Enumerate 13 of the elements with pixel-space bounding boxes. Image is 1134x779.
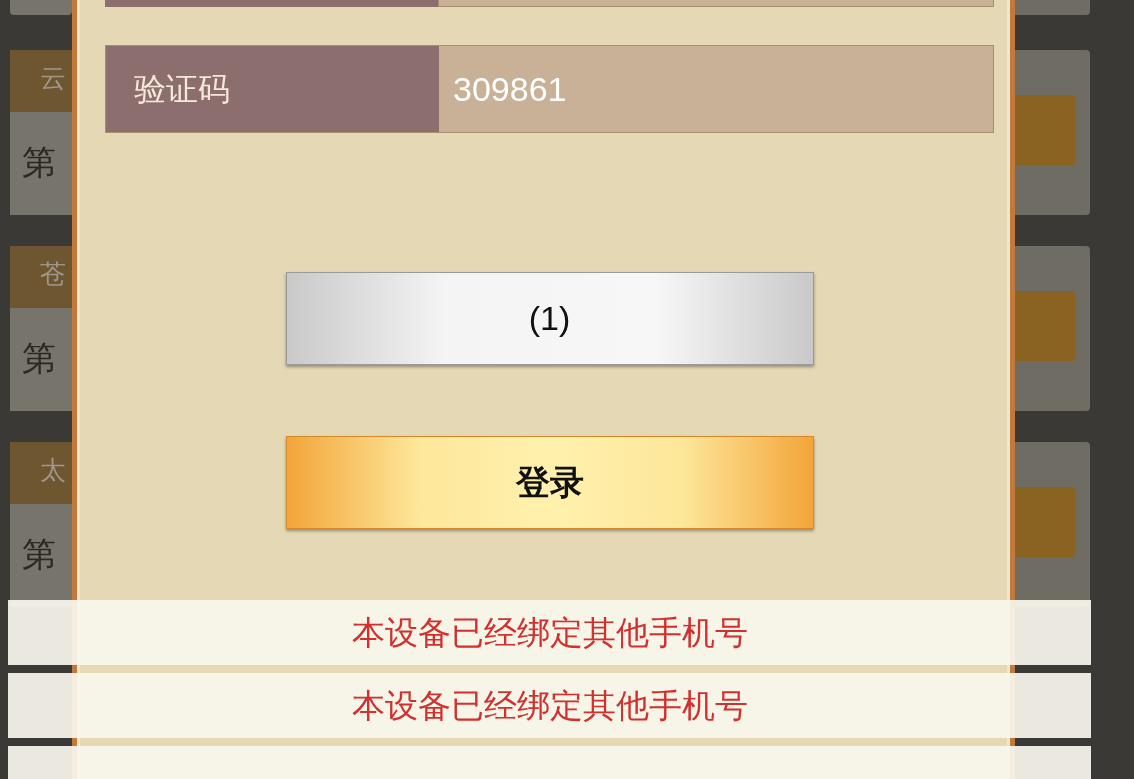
message-toast: 本设备已经绑定其他手机号: [8, 600, 1091, 665]
card-title: 太: [10, 442, 72, 504]
message-toast: 本设备已经绑定其他手机号: [8, 673, 1091, 738]
card-text: 第: [10, 112, 72, 215]
card-button[interactable]: [1015, 291, 1075, 361]
card-title: 云: [10, 50, 72, 112]
card-background: [10, 0, 72, 15]
card-text: 第: [10, 308, 72, 411]
login-button[interactable]: 登录: [285, 436, 814, 529]
card-button[interactable]: [1015, 487, 1075, 557]
countdown-button[interactable]: (1): [285, 272, 814, 365]
card-button[interactable]: [1015, 95, 1075, 165]
card-title: 苍: [10, 246, 72, 308]
